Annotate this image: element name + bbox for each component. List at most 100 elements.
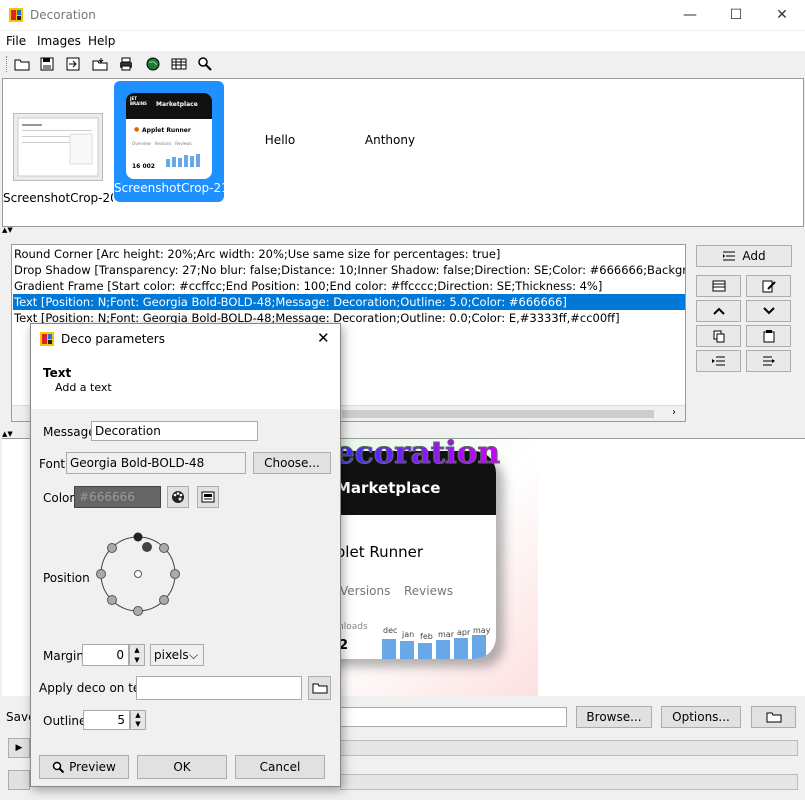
menu-bar: File Images Help (0, 31, 805, 51)
outline-input[interactable]: 5 (83, 710, 130, 730)
position-knob-s[interactable] (133, 606, 143, 616)
deco-list-item[interactable]: Round Corner [Arc height: 20%;Arc width:… (13, 246, 685, 262)
position-selector[interactable] (95, 531, 181, 617)
decoration-text-overlay: ecoration (334, 439, 500, 472)
add-button[interactable]: Add (696, 245, 792, 267)
position-knob-n[interactable] (133, 532, 143, 542)
margin-spinner[interactable]: ▲ ▼ (129, 644, 145, 666)
copy-icon (713, 330, 724, 342)
position-marker (142, 542, 152, 552)
preview-tab-reviews: Reviews (404, 584, 454, 598)
grid-icon[interactable] (170, 55, 188, 73)
chevron-up-icon (712, 307, 725, 315)
close-icon: ✕ (776, 7, 788, 23)
insert-after-button[interactable] (746, 350, 791, 372)
save-path-input[interactable] (340, 707, 567, 727)
color-label: Color (43, 491, 75, 505)
thumbnail-label: Hello (264, 133, 296, 147)
paste-button[interactable] (746, 325, 791, 347)
insert-before-button[interactable] (696, 350, 741, 372)
scrollbar-thumb[interactable] (342, 410, 654, 418)
edit-button[interactable] (746, 275, 791, 297)
position-knob-se[interactable] (159, 595, 169, 605)
scroll-right-icon[interactable]: › (672, 407, 676, 418)
position-knob-e[interactable] (170, 569, 180, 579)
split-arrows-icon[interactable]: ▲▼ (2, 430, 13, 438)
message-label: Message (43, 425, 96, 439)
minimize-button[interactable]: — (667, 0, 713, 30)
move-down-button[interactable] (746, 300, 791, 322)
position-knob-center[interactable] (134, 570, 142, 578)
apply-deco-label: Apply deco on text (39, 681, 152, 695)
print-icon[interactable] (117, 55, 135, 73)
thumbnail-label: ScreenshotCrop-20... (3, 191, 113, 205)
open-folder-button[interactable] (751, 706, 796, 728)
choose-font-button[interactable]: Choose... (253, 452, 331, 474)
export-icon[interactable] (64, 55, 82, 73)
dialog-header: Text Add a text (31, 354, 340, 409)
open-folder-icon[interactable] (13, 55, 31, 73)
menu-help[interactable]: Help (88, 34, 115, 48)
apply-deco-input[interactable] (136, 676, 302, 700)
edit-icon (762, 280, 776, 293)
title-bar: Decoration — ☐ ✕ (0, 0, 805, 30)
stop-button[interactable] (8, 770, 30, 790)
deco-list-item-selected[interactable]: Text [Position: N;Font: Georgia Bold-BOL… (13, 294, 685, 310)
palette-button[interactable] (167, 486, 189, 508)
thumbnail-item[interactable]: Anthony (335, 103, 445, 225)
deco-list-item[interactable]: Drop Shadow [Transparency: 27;No blur: f… (13, 262, 685, 278)
zoom-icon[interactable] (196, 55, 214, 73)
move-up-button[interactable] (696, 300, 741, 322)
preview-downloads: nloads (338, 622, 368, 632)
preview-button[interactable]: Preview (39, 755, 129, 779)
ok-button[interactable]: OK (137, 755, 227, 779)
margin-label: Margin (43, 649, 84, 663)
position-knob-ne[interactable] (159, 543, 169, 553)
color-picker-button[interactable] (197, 486, 219, 508)
split-arrows-icon[interactable]: ▲▼ (2, 226, 13, 234)
message-input[interactable]: Decoration (91, 421, 258, 441)
globe-icon[interactable] (144, 55, 162, 73)
menu-images[interactable]: Images (37, 34, 81, 48)
thumbnail-item[interactable]: Hello (225, 103, 335, 225)
position-knob-nw[interactable] (107, 543, 117, 553)
position-knob-sw[interactable] (107, 595, 117, 605)
maximize-button[interactable]: ☐ (713, 0, 759, 30)
close-button[interactable]: ✕ (759, 0, 805, 30)
import-icon[interactable] (91, 55, 109, 73)
thumbnail-image: JET BRAINS Marketplace ● Applet Runner O… (126, 93, 212, 179)
cancel-button[interactable]: Cancel (235, 755, 325, 779)
palette-icon (172, 491, 184, 503)
deco-parameters-dialog: Deco parameters ✕ Text Add a text Messag… (30, 323, 341, 787)
outline-label: Outline (43, 714, 87, 728)
toolbar (0, 52, 805, 76)
outline-spinner[interactable]: ▲ ▼ (130, 710, 146, 730)
toolbar-grip (6, 56, 8, 72)
margin-input[interactable]: 0 (82, 644, 129, 666)
deco-list-item[interactable]: Gradient Frame [Start color: #ccffcc;End… (13, 278, 685, 294)
progress-bar-secondary (340, 774, 798, 790)
folder-icon (766, 712, 781, 723)
position-knob-w[interactable] (96, 569, 106, 579)
thumbnail-strip: ScreenshotCrop-20... JET BRAINS Marketpl… (2, 78, 804, 227)
thumbnail-item-selected[interactable]: JET BRAINS Marketplace ● Applet Runner O… (114, 81, 224, 202)
thumbnail-item[interactable]: ScreenshotCrop-20... (3, 103, 113, 225)
copy-button[interactable] (696, 325, 741, 347)
play-button[interactable]: ▶ (8, 738, 30, 758)
add-list-icon (723, 251, 736, 261)
thumbnail-image (13, 113, 103, 181)
color-swatch[interactable]: #666666 (74, 486, 161, 508)
configure-button[interactable] (696, 275, 741, 297)
options-button[interactable]: Options... (661, 706, 741, 728)
menu-file[interactable]: File (6, 34, 26, 48)
browse-button[interactable]: Browse... (576, 706, 652, 728)
thumbnail-label: ScreenshotCrop-21 (114, 181, 224, 195)
dialog-close-icon[interactable]: ✕ (317, 329, 330, 347)
folder-icon (312, 683, 327, 694)
list-config-icon (712, 280, 725, 292)
margin-unit-select[interactable]: pixels ⌵ (150, 644, 204, 666)
save-icon[interactable] (38, 55, 56, 73)
apply-deco-browse-button[interactable] (308, 676, 331, 700)
font-label: Font (39, 457, 66, 471)
dialog-heading: Text (43, 366, 72, 380)
